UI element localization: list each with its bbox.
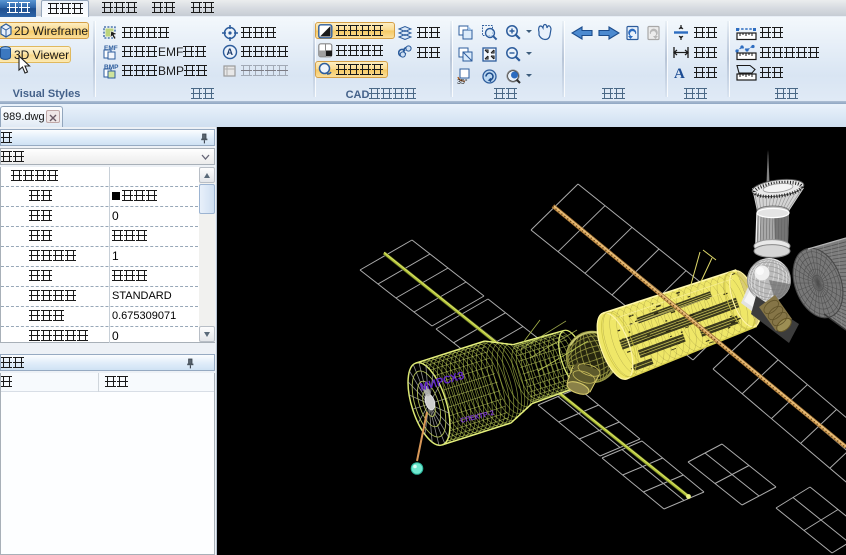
svg-text:A: A xyxy=(227,47,234,57)
svg-text:35°: 35° xyxy=(457,78,468,85)
svg-text:A: A xyxy=(674,66,685,80)
